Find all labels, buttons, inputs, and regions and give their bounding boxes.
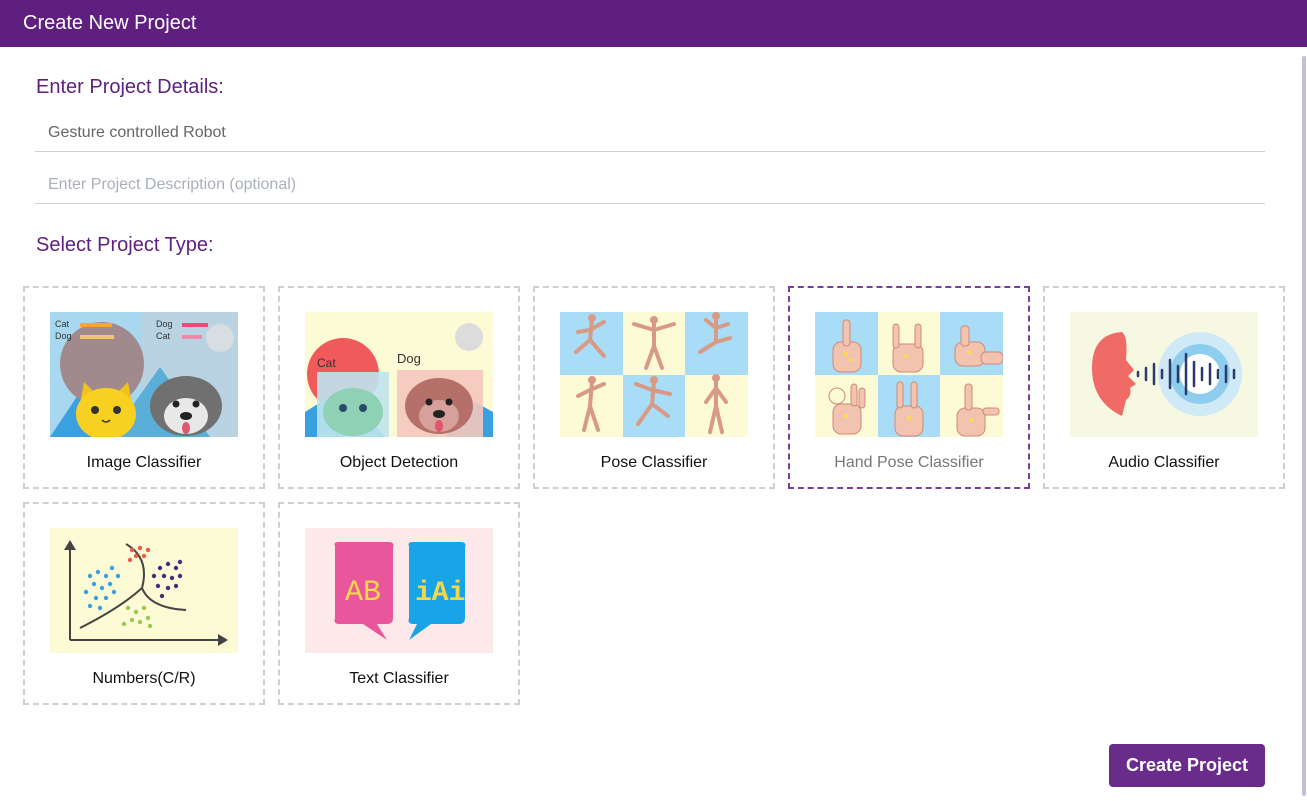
cat-tag-1: Cat <box>55 319 70 329</box>
text-iai: iAi <box>415 578 465 609</box>
cat-tag-2: Cat <box>156 331 171 341</box>
card-label: Text Classifier <box>349 670 449 687</box>
text-ab: AB <box>345 576 381 610</box>
image-classifier-thumbnail: Cat Dog Dog Cat <box>50 312 238 437</box>
numbers-thumbnail <box>50 528 238 653</box>
cat-box-tag: Cat <box>317 356 336 370</box>
dog-tag-1: Dog <box>55 331 72 341</box>
project-type-hand-pose-classifier[interactable]: Hand Pose Classifier <box>788 286 1030 489</box>
card-label: Object Detection <box>339 454 459 471</box>
card-label: Numbers(C/R) <box>92 670 196 687</box>
pose-classifier-thumbnail <box>560 312 748 437</box>
project-name-input[interactable] <box>35 114 1265 152</box>
project-type-image-classifier[interactable]: Cat Dog Dog Cat Image Classifier <box>23 286 265 489</box>
project-type-audio-classifier[interactable]: Audio Classifier <box>1043 286 1285 489</box>
project-type-text-classifier[interactable]: AB iAi Text Classifier <box>278 502 520 705</box>
card-label: Hand Pose Classifier <box>834 454 984 471</box>
project-type-heading: Select Project Type: <box>36 234 214 256</box>
project-type-pose-classifier[interactable]: Pose Classifier <box>533 286 775 489</box>
dog-box-tag: Dog <box>397 351 421 366</box>
window-title: Create New Project <box>0 0 1307 47</box>
object-detection-thumbnail: Cat Dog <box>305 312 493 437</box>
card-label: Pose Classifier <box>600 454 708 471</box>
project-type-numbers[interactable]: Numbers(C/R) <box>23 502 265 705</box>
text-classifier-thumbnail: AB iAi <box>305 528 493 653</box>
hand-pose-classifier-thumbnail <box>815 312 1003 437</box>
dog-tag-2: Dog <box>156 319 173 329</box>
card-label: Audio Classifier <box>1108 454 1220 471</box>
details-heading: Enter Project Details: <box>36 76 224 98</box>
card-label: Image Classifier <box>86 454 202 471</box>
project-type-object-detection[interactable]: Cat Dog Object Detection <box>278 286 520 489</box>
scrollbar-thumb[interactable] <box>1302 56 1306 796</box>
create-project-button[interactable]: Create Project <box>1109 744 1265 787</box>
audio-classifier-thumbnail <box>1070 312 1258 437</box>
project-description-input[interactable] <box>35 166 1265 204</box>
